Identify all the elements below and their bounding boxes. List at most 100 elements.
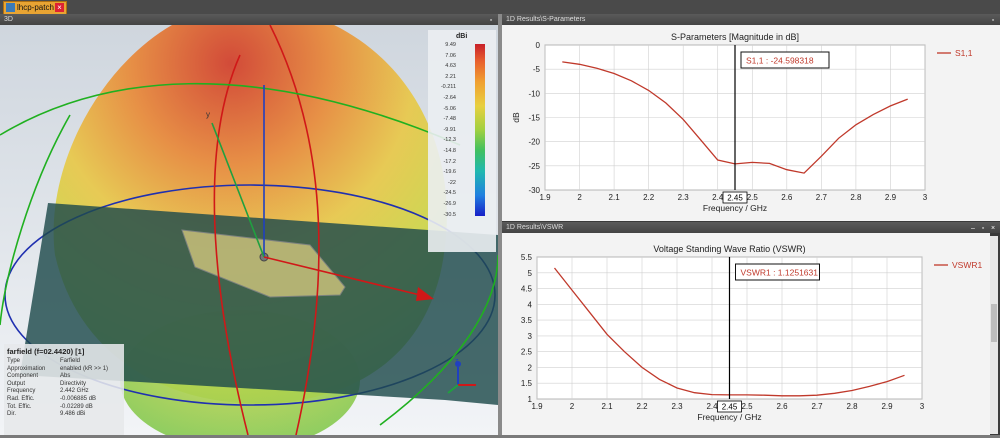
vswr-chart: 1.9 2 2.1 2.2 2.3 2.4 2.5 2.6 2.7 2.8 2.9 3 5.5 5 4.5 4… bbox=[521, 244, 983, 422]
y-tick-label: 3 bbox=[528, 332, 533, 341]
farfield-heading: farfield (f=02.4420) [1] bbox=[7, 347, 85, 356]
y-tick-label: 2 bbox=[528, 363, 533, 372]
farfield-info-row: Type Farfield bbox=[4, 358, 124, 366]
legend-entry: S1,1 bbox=[955, 48, 973, 58]
chart-title: S-Parameters [Magnitude in dB] bbox=[671, 32, 799, 42]
x-tick-label: 2.1 bbox=[609, 193, 621, 202]
info-value: Abs bbox=[60, 373, 71, 380]
close-tab-icon[interactable]: × bbox=[55, 3, 64, 12]
y-tick-label: -15 bbox=[528, 114, 540, 123]
y-tick-label: 1.5 bbox=[521, 379, 533, 388]
marker-x-label: 2.45 bbox=[722, 403, 738, 412]
legend-tick-label: -30.5 bbox=[443, 211, 456, 218]
x-axis-label: Frequency / GHz bbox=[697, 412, 761, 422]
x-tick-label: 2.3 bbox=[678, 193, 690, 202]
panel-3d-titlebar: 3D ▫ bbox=[0, 14, 498, 25]
info-value: -0.02289 dB bbox=[60, 403, 93, 410]
info-value: -0.006885 dB bbox=[60, 395, 97, 402]
panel-vswr-titlebar: 1D Results\VSWR – ▫ × bbox=[502, 222, 1000, 233]
project-icon bbox=[6, 3, 15, 12]
farfield-3d-view[interactable]: y z dBi 9.497.064.632.21-0.211-2.64-5.06… bbox=[0, 25, 498, 435]
info-value: 9.486 dBi bbox=[60, 411, 86, 418]
legend-tick-label: -22 bbox=[448, 179, 456, 186]
vswr-plot-panel[interactable]: 1.9 2 2.1 2.2 2.3 2.4 2.5 2.6 2.7 2.8 2.9 3 5.5 5 4.5 4… bbox=[502, 233, 990, 435]
legend-entry: VSWR1 bbox=[952, 260, 983, 270]
farfield-info-row: Tot. Effic. -0.02289 dB bbox=[4, 404, 124, 412]
y-tick-label: -25 bbox=[528, 162, 540, 171]
y-tick-label: 0 bbox=[536, 41, 541, 50]
sparam-plot-panel[interactable]: 1.9 2 2.1 2.2 2.3 2.4 2.5 2.6 2.7 2.8 2.9 3 0 -5 -10 -1… bbox=[502, 25, 1000, 221]
y-tick-label: -10 bbox=[528, 89, 540, 98]
color-scale-bar bbox=[475, 44, 485, 216]
x-tick-label: 2 bbox=[577, 193, 582, 202]
panel-sparam-titlebar: 1D Results\S-Parameters ▫ bbox=[502, 14, 1000, 25]
y-tick-label: 4 bbox=[528, 300, 533, 309]
farfield-info-row: Approximation enabled (kR >> 1) bbox=[4, 366, 124, 374]
y-tick-label: -20 bbox=[528, 138, 540, 147]
x-tick-label: 2.7 bbox=[811, 402, 823, 411]
info-value: 2.442 GHz bbox=[60, 388, 89, 395]
x-tick-label: 2.8 bbox=[850, 193, 862, 202]
legend-tick-label: 7.06 bbox=[445, 52, 456, 59]
legend-tick-label: -26.9 bbox=[443, 201, 456, 207]
x-tick-label: 2.5 bbox=[747, 193, 759, 202]
info-key: Approximation bbox=[7, 365, 46, 372]
y-axis-label: dB bbox=[511, 112, 521, 123]
legend-tick-label: -2.64 bbox=[443, 95, 456, 101]
marker-x-label: 2.45 bbox=[727, 194, 743, 203]
legend-tick-label: -5.06 bbox=[443, 105, 456, 112]
legend-tick-label: -17.2 bbox=[443, 158, 456, 165]
x-tick-label: 2.9 bbox=[885, 193, 897, 202]
y-tick-label: 5 bbox=[528, 269, 533, 278]
info-key: Dir. bbox=[7, 411, 16, 418]
panel-3d-title: 3D bbox=[4, 16, 13, 23]
info-key: Output bbox=[7, 380, 26, 387]
farfield-info-row: Dir. 9.486 dBi bbox=[4, 411, 124, 419]
legend-tick-label: -14.8 bbox=[443, 148, 456, 154]
x-tick-label: 2.6 bbox=[781, 193, 793, 202]
restore-icon[interactable]: ▫ bbox=[979, 225, 987, 233]
x-tick-label: 2.2 bbox=[636, 402, 648, 411]
x-tick-label: 2.4 bbox=[712, 193, 724, 202]
info-key: Frequency bbox=[7, 388, 36, 395]
y-tick-label: 5.5 bbox=[521, 253, 533, 262]
x-tick-label: 3 bbox=[923, 193, 928, 202]
x-tick-label: 2.2 bbox=[643, 193, 655, 202]
vertical-scrollbar[interactable] bbox=[990, 236, 998, 434]
tab-lhcp-patch[interactable]: lhcp-patch × bbox=[3, 1, 67, 15]
maximize-icon[interactable]: ▫ bbox=[989, 17, 997, 25]
legend-tick-label: 9.49 bbox=[445, 42, 456, 48]
legend-tick-label: -0.211 bbox=[440, 84, 456, 91]
farfield-info-row: Output Directivity bbox=[4, 381, 124, 389]
y-tick-label: -30 bbox=[528, 186, 540, 195]
panel-sparam-title: 1D Results\S-Parameters bbox=[506, 16, 586, 23]
x-tick-label: 2.5 bbox=[741, 402, 753, 411]
document-tab-bar: lhcp-patch × bbox=[0, 0, 1000, 15]
maximize-icon[interactable]: ▫ bbox=[487, 17, 495, 25]
y-axis-label: y bbox=[206, 110, 210, 119]
close-icon[interactable]: × bbox=[989, 225, 997, 233]
tab-label: lhcp-patch bbox=[17, 3, 54, 12]
legend-tick-label: -7.48 bbox=[443, 116, 456, 123]
info-value: enabled (kR >> 1) bbox=[60, 365, 109, 372]
legend-tick-label: 2.21 bbox=[445, 73, 456, 80]
legend-tick-label: -19.6 bbox=[443, 169, 456, 176]
legend-tick-label: 4.63 bbox=[445, 63, 456, 70]
color-scale-legend: dBi 9.49 7.06 4.63 2.21 -0.211 -2.64 -5.06 -7.4… bbox=[428, 30, 496, 252]
farfield-info-row: Component Abs bbox=[4, 373, 124, 381]
x-tick-label: 2 bbox=[570, 402, 575, 411]
info-key: Tot. Effic. bbox=[7, 403, 32, 410]
panel-vswr-title: 1D Results\VSWR bbox=[506, 224, 564, 231]
x-tick-label: 1.9 bbox=[539, 193, 551, 202]
info-value: Farfield bbox=[60, 358, 81, 364]
minimize-icon[interactable]: – bbox=[969, 225, 977, 233]
legend-tick-label: -24.5 bbox=[443, 190, 456, 197]
x-tick-label: 2.6 bbox=[776, 402, 788, 411]
chart-title: Voltage Standing Wave Ratio (VSWR) bbox=[653, 244, 805, 254]
y-tick-label: 3.5 bbox=[521, 316, 533, 325]
legend-tick-label: -12.3 bbox=[443, 137, 456, 144]
x-tick-label: 3 bbox=[920, 402, 925, 411]
scrollbar-thumb[interactable] bbox=[991, 304, 997, 342]
marker-readout: S1,1 : -24.598318 bbox=[746, 56, 814, 66]
x-tick-label: 2.8 bbox=[846, 402, 858, 411]
